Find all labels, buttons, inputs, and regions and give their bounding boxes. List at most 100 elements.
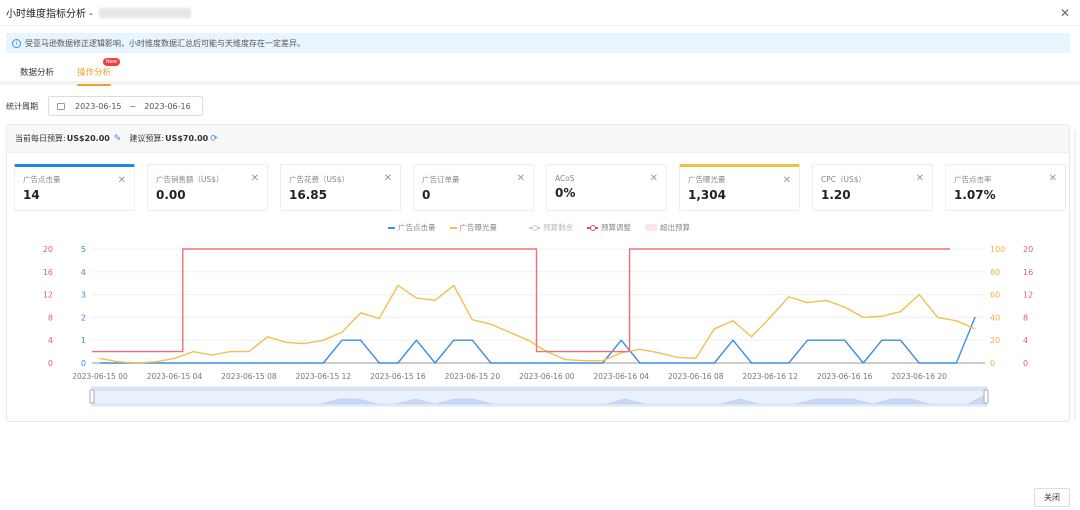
y-tick-left-outer: 0 (48, 359, 53, 368)
data-point (99, 362, 101, 364)
x-tick-label: 2023-06-15 00 (72, 372, 128, 381)
data-point (378, 317, 380, 320)
y-tick-left-inner: 0 (81, 359, 86, 368)
data-point (360, 312, 362, 314)
y-tick-left-inner: 4 (81, 268, 86, 277)
datazoom-handle-right[interactable] (983, 389, 989, 404)
y-tick-left-outer: 8 (48, 313, 53, 322)
data-point (620, 339, 622, 341)
x-tick-label: 2023-06-15 04 (147, 372, 203, 381)
y-tick-left-outer: 16 (43, 268, 53, 277)
data-point (192, 351, 194, 353)
data-point (899, 339, 902, 341)
data-point (918, 362, 920, 364)
y-tick-left-inner: 2 (81, 313, 86, 322)
data-point (732, 339, 734, 341)
data-point (527, 362, 529, 364)
x-tick-label: 2023-06-16 16 (817, 372, 873, 381)
y-tick-right-inner: 60 (990, 291, 1000, 300)
datazoom-handle-left[interactable] (89, 389, 95, 404)
data-point (248, 362, 250, 364)
y-tick-left-outer: 20 (43, 245, 53, 254)
y-tick-right-outer: 12 (1023, 291, 1033, 300)
data-point (955, 320, 957, 322)
data-point (806, 301, 809, 304)
data-point (974, 328, 976, 330)
data-point (173, 362, 176, 364)
data-point (657, 352, 660, 354)
data-point (974, 316, 976, 318)
data-point (732, 320, 734, 322)
data-point (229, 362, 231, 364)
data-point (471, 339, 473, 341)
data-point (229, 351, 231, 353)
y-tick-right-inner: 80 (990, 268, 1000, 277)
data-point (844, 306, 846, 308)
data-point (602, 360, 604, 362)
data-point (788, 362, 790, 364)
data-point (211, 362, 213, 364)
data-point (564, 358, 567, 361)
data-point (266, 336, 269, 338)
data-point (415, 339, 418, 341)
y-tick-left-inner: 5 (81, 245, 86, 254)
data-point (676, 356, 678, 358)
data-point (415, 297, 418, 299)
data-point (173, 357, 176, 360)
data-point (322, 362, 325, 364)
data-point (639, 348, 641, 350)
x-tick-label: 2023-06-15 16 (370, 372, 426, 381)
data-point (99, 357, 101, 360)
data-point (192, 362, 194, 364)
data-point (806, 339, 809, 341)
data-point (750, 336, 753, 338)
y-tick-right-outer: 20 (1023, 245, 1033, 254)
panel-scrollbar[interactable] (1074, 130, 1076, 420)
y-tick-right-inner: 40 (990, 313, 1000, 322)
data-point (695, 362, 697, 364)
datazoom-top-band (92, 387, 987, 391)
data-point (490, 323, 492, 325)
data-point (378, 362, 380, 364)
data-point (248, 351, 250, 353)
hourly-chart: 0481216200123450204060801000481216202023… (43, 245, 1033, 407)
data-point (899, 311, 902, 313)
data-point (397, 284, 399, 287)
y-tick-left-inner: 1 (81, 336, 86, 345)
data-point (881, 315, 883, 317)
x-tick-label: 2023-06-16 04 (594, 372, 650, 381)
data-point (657, 362, 660, 364)
y-tick-left-outer: 4 (48, 336, 53, 345)
data-point (937, 362, 939, 364)
data-point (508, 362, 511, 364)
data-point (788, 296, 790, 298)
data-point (341, 339, 343, 341)
data-point (862, 316, 864, 318)
data-point (211, 354, 213, 356)
data-point (118, 361, 120, 363)
data-point (676, 362, 678, 364)
data-point (322, 339, 325, 341)
y-tick-right-outer: 16 (1023, 268, 1033, 277)
y-tick-right-inner: 20 (990, 336, 1000, 345)
data-point (639, 362, 641, 364)
data-point (695, 357, 697, 360)
data-point (360, 339, 362, 341)
y-tick-right-outer: 8 (1023, 313, 1028, 322)
data-point (136, 362, 138, 364)
data-point (713, 362, 715, 364)
data-point (844, 339, 846, 341)
data-point (304, 343, 306, 345)
data-point (937, 316, 939, 318)
data-point (434, 299, 436, 301)
data-point (583, 360, 585, 362)
data-point (266, 362, 269, 364)
data-point (490, 362, 492, 364)
data-point (955, 362, 957, 364)
data-point (825, 299, 827, 301)
x-tick-label: 2023-06-15 12 (296, 372, 352, 381)
data-point (881, 339, 883, 341)
data-point (825, 339, 827, 341)
data-point (750, 362, 753, 364)
close-button[interactable]: 关闭 (1034, 488, 1070, 507)
